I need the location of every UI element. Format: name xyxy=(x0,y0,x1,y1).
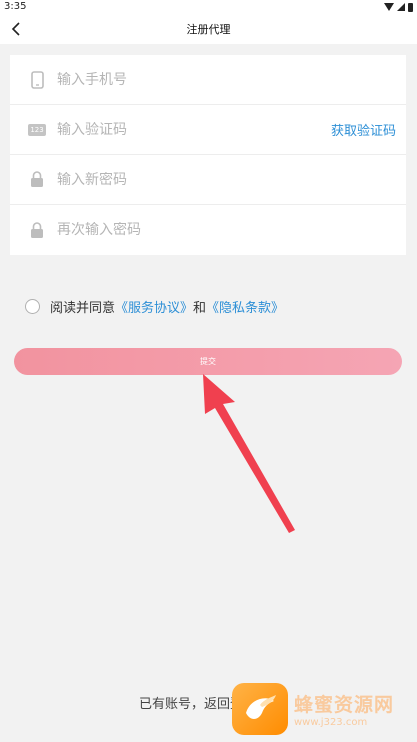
agreement-prefix: 阅读并同意 xyxy=(50,301,116,316)
password-row xyxy=(10,155,406,205)
status-icons xyxy=(384,2,413,12)
phone-icon xyxy=(28,70,46,89)
code-badge: 123 xyxy=(28,123,46,136)
agreement-text: 阅读并同意《服务协议》和《隐私条款》 xyxy=(50,297,284,316)
signal-icon xyxy=(397,3,405,11)
submit-button[interactable]: 提交 xyxy=(14,348,402,375)
status-bar: 3:35 xyxy=(0,0,417,14)
lock-icon xyxy=(28,221,46,239)
back-to-login-text[interactable]: 已有账号，返回登 xyxy=(139,693,243,712)
register-form: 123 获取验证码 xyxy=(10,55,406,255)
confirm-password-input[interactable] xyxy=(57,222,396,238)
confirm-password-row xyxy=(10,205,406,255)
watermark-logo-icon xyxy=(232,683,288,735)
get-code-button[interactable]: 获取验证码 xyxy=(331,120,396,139)
back-icon[interactable] xyxy=(8,21,24,37)
battery-icon xyxy=(408,2,413,12)
page-title: 注册代理 xyxy=(186,23,231,36)
privacy-policy-link[interactable]: 《隐私条款》 xyxy=(206,301,284,316)
arrow-icon xyxy=(203,374,295,533)
status-time: 3:35 xyxy=(4,1,27,12)
phone-input[interactable] xyxy=(57,71,396,88)
code-input[interactable] xyxy=(57,121,331,138)
agreement-and: 和 xyxy=(193,301,207,316)
watermark-title: 蜂蜜资源网 xyxy=(294,694,395,716)
lock-icon xyxy=(28,171,46,189)
code-row: 123 获取验证码 xyxy=(10,105,406,155)
phone-row xyxy=(10,55,406,105)
nav-bar: 注册代理 xyxy=(0,14,417,44)
number-badge-icon: 123 xyxy=(28,121,46,139)
watermark: 蜂蜜资源网 www.j323.com xyxy=(232,683,412,735)
wifi-icon xyxy=(384,3,394,11)
password-input[interactable] xyxy=(57,171,396,188)
watermark-text: 蜂蜜资源网 www.j323.com xyxy=(294,690,394,728)
service-agreement-link[interactable]: 《服务协议》 xyxy=(115,301,193,316)
agree-checkbox[interactable] xyxy=(25,299,40,314)
agreement-row: 阅读并同意《服务协议》和《隐私条款》 xyxy=(25,297,284,316)
watermark-url: www.j323.com xyxy=(294,717,368,728)
